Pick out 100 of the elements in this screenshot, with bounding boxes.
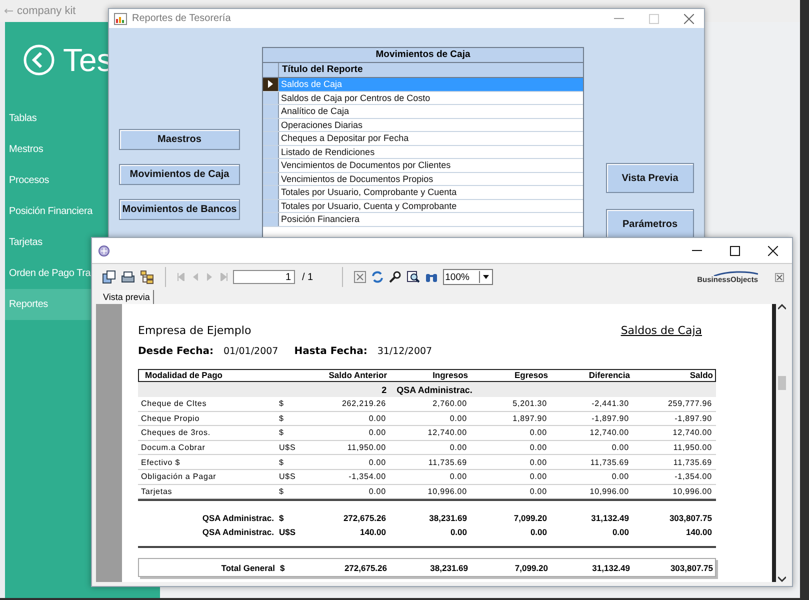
table-cell-text: U$S: [278, 527, 297, 538]
table-cell-text: 0.00: [368, 458, 387, 467]
table-cell-text: 0.00: [448, 414, 468, 423]
column-header: Modalidad de Pago: [144, 370, 224, 381]
table-cell-text: 10,996.00: [588, 486, 630, 496]
table-cell-text: 38,231.69: [428, 513, 468, 524]
table-cell-text: 11,950.00: [346, 443, 387, 452]
grid-title: Movimientos de Caja: [263, 48, 583, 63]
date-value: 31/12/2007: [377, 346, 432, 357]
subtotal-label: QSA Administrac.: [201, 527, 275, 538]
scroll-down-icon[interactable]: [778, 576, 786, 582]
table-cell-text: 140.00: [685, 527, 713, 538]
action-button[interactable]: Vista Previa: [606, 163, 694, 193]
table-cell-text: $: [278, 414, 285, 423]
table-cell-text: -2,441.30: [590, 399, 630, 408]
report-row[interactable]: Operaciones Diarias: [279, 118, 583, 131]
report-title: Saldos de Caja: [620, 324, 702, 337]
table-cell-text: 303,807.75: [669, 562, 714, 573]
column-header: Título del Reporte: [281, 63, 363, 77]
scrollbar[interactable]: [776, 304, 788, 582]
minimize-icon[interactable]: [692, 250, 702, 252]
refresh-icon[interactable]: [371, 271, 384, 283]
report-row[interactable]: Cheques a Depositar por Fecha: [279, 132, 583, 144]
table-cell-text: 12,740.00: [588, 428, 630, 438]
table-cell-text: Obligación a Pagar: [140, 472, 218, 482]
column-header: Saldo: [688, 370, 714, 381]
close-icon[interactable]: [768, 246, 778, 256]
column-header: Saldo Anterior: [328, 370, 388, 381]
table-cell-text: 140.00: [359, 527, 387, 538]
caret-icon: [483, 275, 490, 279]
table-cell-text: $: [278, 399, 285, 408]
action-button[interactable]: Parámetros: [606, 209, 694, 239]
table-cell-text: 0.00: [448, 443, 468, 452]
table-cell-text: 7,099.20: [514, 562, 549, 573]
table-cell-text: -1,354.00: [348, 472, 387, 482]
group-number: 2: [382, 384, 387, 394]
search-icon[interactable]: [389, 271, 402, 283]
table-cell-text: 0.00: [610, 472, 630, 482]
page-field[interactable]: 1: [233, 270, 295, 284]
table-cell-text: 31,132.49: [590, 513, 630, 524]
viewer-icon: [98, 244, 110, 256]
category-button[interactable]: Movimientos de Bancos: [119, 199, 240, 220]
date-value: 01/01/2007: [223, 346, 278, 357]
table-cell-text: Cheque de Cltes: [140, 399, 208, 408]
column-header: Ingresos: [432, 370, 469, 381]
table-cell-text: 0.00: [368, 414, 387, 423]
preview-tab[interactable]: Vista previa: [100, 290, 154, 304]
export-icon[interactable]: [102, 270, 116, 284]
category-button[interactable]: Movimientos de Caja: [119, 164, 240, 185]
zoom-dropdown[interactable]: 100%: [443, 269, 494, 285]
zoom-icon[interactable]: [407, 271, 420, 283]
report-row[interactable]: Saldos de Caja por Centros de Costo: [279, 92, 583, 104]
report-row[interactable]: Listado de Rendiciones: [279, 146, 583, 158]
table-cell-text: $: [278, 486, 285, 496]
scroll-thumb[interactable]: [778, 376, 786, 390]
table-cell-text: 0.00: [368, 486, 387, 496]
subtotal-label: QSA Administrac.: [201, 513, 275, 524]
table-cell-text: 7,099.20: [512, 513, 548, 524]
stop-icon[interactable]: [354, 271, 366, 283]
last-page-icon[interactable]: [220, 273, 228, 281]
column-header: Diferencia: [588, 370, 631, 381]
first-page-icon[interactable]: [177, 273, 185, 281]
group-name: QSA Administrac.: [396, 384, 472, 394]
table-cell-text: 12,740.00: [672, 428, 713, 438]
current-row-icon: [268, 80, 273, 88]
table-cell-text: $: [278, 428, 285, 438]
report-row[interactable]: Posición Financiera: [279, 213, 583, 226]
report-row[interactable]: Totales por Usuario, Comprobante y Cuenta: [279, 186, 583, 198]
report-row[interactable]: Totales por Usuario, Cuenta y Comprobante: [279, 200, 583, 212]
table-cell-text: 0.00: [528, 486, 548, 496]
maximize-icon[interactable]: [730, 246, 740, 256]
category-button[interactable]: Maestros: [119, 129, 240, 150]
print-icon[interactable]: [121, 270, 135, 284]
table-cell-text: 0.00: [611, 527, 630, 538]
table-cell-text: 0.00: [610, 443, 630, 452]
table-cell-text: 10,996.00: [426, 486, 468, 496]
table-cell-text: U$S: [278, 443, 297, 452]
table-cell-text: 5,201.30: [512, 399, 548, 408]
table-cell-text: 11,735.69: [589, 458, 630, 467]
table-cell-text: 0.00: [528, 458, 548, 467]
report-row[interactable]: Analítico de Caja: [279, 105, 583, 118]
tree-icon[interactable]: [140, 270, 154, 284]
table-cell-text: 262,219.26: [340, 399, 387, 408]
app-title: company kit: [17, 5, 76, 17]
table-cell-text: 0.00: [368, 428, 387, 438]
scroll-up-icon[interactable]: [778, 304, 786, 310]
table-cell-text: 259,777.96: [666, 399, 713, 408]
back-icon[interactable]: [23, 44, 55, 76]
table-cell-text: 11,735.69: [672, 458, 713, 467]
page-count: / 1: [302, 272, 314, 282]
report-row[interactable]: Vencimientos de Documentos Propios: [279, 172, 583, 185]
report-row[interactable]: Vencimientos de Documentos por Clientes: [279, 159, 583, 172]
table-cell-text: 1,897.90: [512, 414, 548, 423]
table-cell-text: 272,675.26: [343, 562, 388, 573]
table-cell-text: 303,807.75: [668, 513, 713, 524]
table-cell-text: -1,354.00: [674, 472, 713, 482]
binoculars-icon[interactable]: [425, 271, 438, 283]
table-cell-text: 31,132.49: [591, 562, 631, 573]
row-indicator[interactable]: [263, 78, 279, 90]
window-title: Reportes de Tesorería: [132, 13, 231, 24]
